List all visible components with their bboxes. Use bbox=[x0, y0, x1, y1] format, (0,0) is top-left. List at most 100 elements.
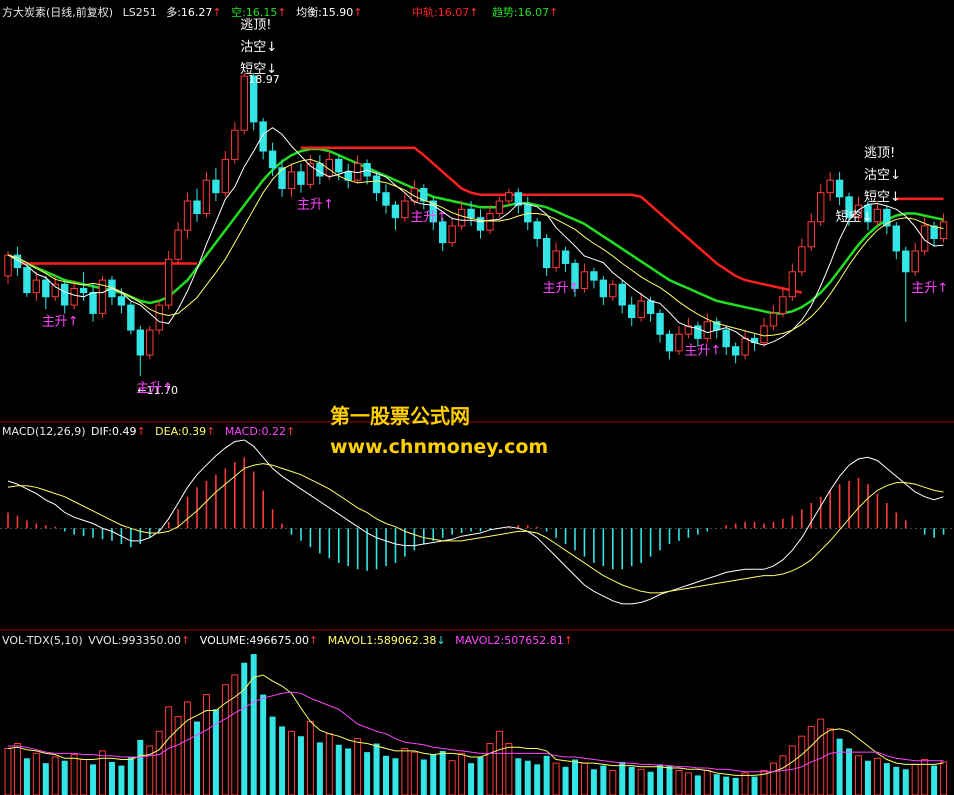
candle-body bbox=[561, 250, 570, 264]
candle-body bbox=[920, 225, 929, 252]
volume-bar bbox=[383, 755, 389, 795]
candle[interactable] bbox=[155, 300, 163, 335]
volume-bar bbox=[70, 754, 78, 795]
volume-bar bbox=[637, 768, 645, 795]
signal-label: 主升↑ bbox=[136, 381, 173, 396]
volume-bar bbox=[448, 760, 456, 795]
item-label: DEA: bbox=[155, 425, 182, 438]
candle-body bbox=[287, 171, 296, 190]
volume-bar bbox=[118, 765, 125, 795]
candle[interactable] bbox=[164, 250, 173, 310]
volume-bar bbox=[713, 774, 720, 795]
volume-bar bbox=[628, 766, 635, 795]
candle-body bbox=[136, 329, 145, 356]
candle-body bbox=[79, 287, 88, 294]
candle[interactable] bbox=[146, 325, 154, 360]
signal-label: 沽空↓ bbox=[864, 168, 901, 183]
volume-bar bbox=[297, 736, 304, 795]
volume-bar bbox=[260, 694, 267, 795]
candle-body bbox=[675, 333, 683, 352]
volume-bar bbox=[600, 765, 607, 795]
volume-bar bbox=[231, 674, 239, 795]
candle-body bbox=[448, 225, 456, 244]
candle-body bbox=[505, 192, 513, 202]
volume-bar bbox=[306, 721, 314, 795]
volume-bar bbox=[80, 758, 88, 795]
header-item-middle: 中轨:16.07↑ bbox=[412, 6, 482, 19]
volume-bar bbox=[61, 760, 68, 795]
stock-title: 方大炭素(日线,前复权) bbox=[2, 6, 114, 19]
candle-body bbox=[911, 250, 919, 273]
candle-body bbox=[760, 325, 768, 344]
down-arrow-icon: ↓ bbox=[436, 634, 446, 647]
candle[interactable] bbox=[240, 73, 248, 135]
volume-bar bbox=[940, 761, 948, 795]
volume-bar bbox=[392, 758, 399, 795]
volume-bar bbox=[458, 752, 466, 795]
candle[interactable] bbox=[98, 275, 107, 318]
up-arrow-icon: ↑ bbox=[563, 634, 573, 647]
item-label: 均衡: bbox=[296, 6, 322, 19]
volume-bar bbox=[855, 755, 862, 795]
volume-bar bbox=[410, 751, 418, 795]
candle-body bbox=[89, 292, 97, 314]
signal-label: 逃顶! bbox=[240, 18, 271, 33]
header-item-trend: 趋势:16.07↑ bbox=[492, 6, 558, 19]
candle-body bbox=[665, 333, 674, 352]
candle-body bbox=[42, 279, 50, 298]
volume-bar bbox=[288, 730, 295, 795]
candle-body bbox=[457, 208, 466, 227]
candle-body bbox=[240, 75, 248, 131]
candle-body bbox=[127, 304, 135, 331]
volume-bar bbox=[741, 772, 749, 795]
volume-bar bbox=[430, 754, 437, 795]
candle-body bbox=[835, 179, 844, 198]
volume-bar bbox=[580, 762, 588, 795]
candle-body bbox=[278, 167, 286, 190]
volume-bar bbox=[703, 770, 711, 795]
header-item-dea: DEA:0.39↑ bbox=[155, 425, 219, 438]
candle-body bbox=[731, 346, 740, 356]
item-label: MACD: bbox=[224, 425, 262, 438]
item-value: 0.22 bbox=[261, 425, 287, 438]
signal-label: 沽空↓ bbox=[240, 40, 277, 55]
watermark-site-name: 第一股票公式网 bbox=[330, 404, 470, 428]
volume-bar bbox=[788, 745, 796, 795]
candle-body bbox=[23, 267, 31, 294]
candle-body bbox=[902, 250, 910, 273]
candle-body bbox=[231, 129, 239, 160]
volume-bar bbox=[51, 756, 59, 795]
header-item-volume: VOLUME:496675.00↑ bbox=[200, 634, 322, 647]
candle-body bbox=[117, 296, 126, 306]
volume-bar bbox=[32, 752, 40, 795]
candle-body bbox=[32, 279, 41, 294]
candle-body bbox=[268, 150, 277, 169]
volume-bar bbox=[99, 750, 106, 795]
signal-label: 主升↑ bbox=[543, 281, 580, 296]
candle[interactable] bbox=[23, 263, 31, 297]
up-arrow-icon: ↑ bbox=[206, 425, 216, 438]
candle[interactable] bbox=[127, 300, 135, 335]
signal-label: 主升↑ bbox=[684, 343, 721, 358]
volume-bar bbox=[194, 721, 200, 795]
volume-bar bbox=[524, 760, 531, 795]
volume-bar bbox=[495, 730, 503, 795]
candle-body bbox=[769, 312, 778, 327]
candle-body bbox=[798, 246, 806, 273]
candle-body bbox=[807, 221, 815, 248]
up-arrow-icon: ↑ bbox=[309, 634, 319, 647]
candle-body bbox=[930, 225, 938, 239]
item-value: 16.07 bbox=[437, 6, 470, 19]
vol-title: VOL-TDX(5,10) bbox=[2, 634, 83, 647]
candle-body bbox=[155, 304, 163, 331]
volume-bar bbox=[590, 769, 597, 795]
volume-bar bbox=[515, 758, 522, 795]
volume-bar bbox=[836, 738, 843, 795]
candle-body bbox=[164, 258, 173, 306]
item-value: 0.49 bbox=[111, 425, 137, 438]
volume-bar bbox=[316, 742, 323, 795]
candle-body bbox=[486, 213, 494, 231]
volume-bar bbox=[477, 757, 484, 795]
volume-bar bbox=[732, 777, 739, 795]
candle-body bbox=[467, 208, 475, 219]
